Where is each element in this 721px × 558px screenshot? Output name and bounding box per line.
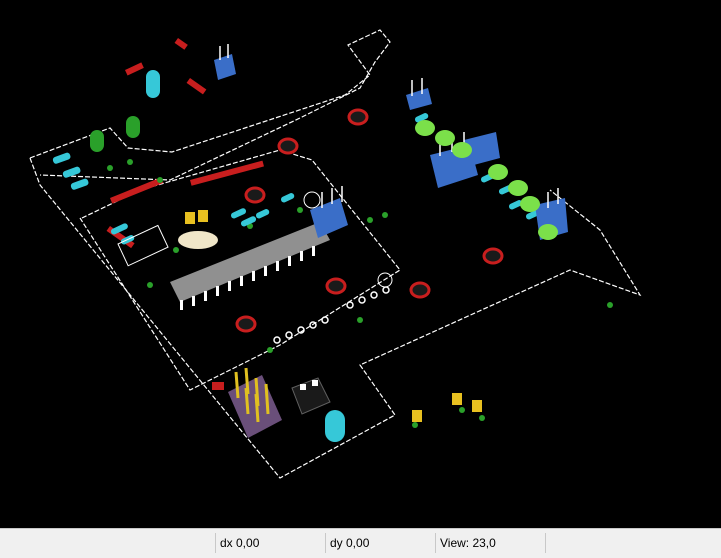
yellow-caps [185, 210, 482, 422]
cyan-resistors [52, 113, 540, 245]
pin-header [228, 367, 282, 438]
pcb-3d-viewport[interactable] [0, 0, 721, 528]
select-outline [117, 224, 169, 267]
voltage-regulator [291, 377, 331, 415]
status-dy: dy 0,00 [325, 533, 435, 553]
status-field-right [545, 533, 721, 553]
pcb-3d-render [29, 29, 642, 479]
crystal [178, 231, 218, 249]
white-pads [273, 286, 390, 344]
status-field-left [0, 533, 215, 553]
connector-pins [219, 44, 559, 208]
status-dx: dx 0,00 [215, 533, 325, 553]
status-bar: dx 0,00 dy 0,00 View: 23,0 [0, 528, 721, 558]
status-view-zoom: View: 23,0 [435, 533, 545, 553]
